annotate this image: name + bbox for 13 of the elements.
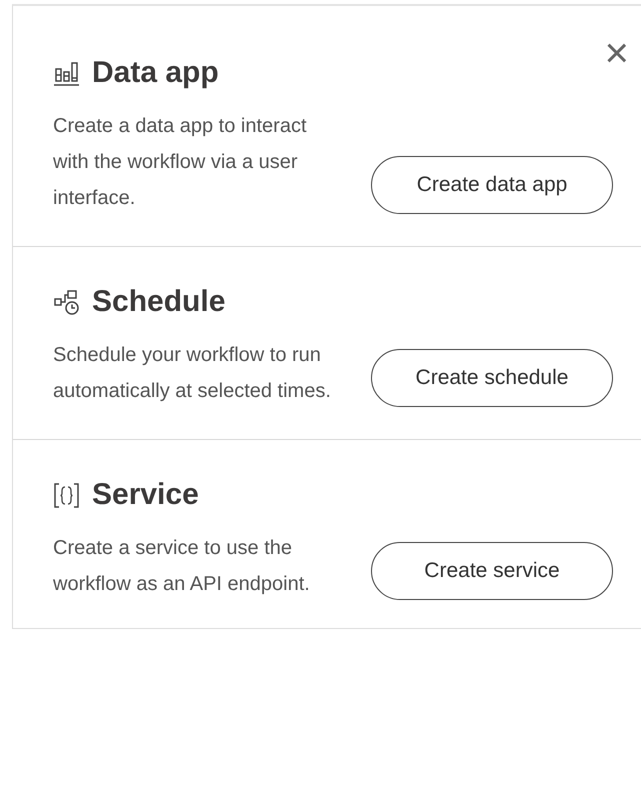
- bar-chart-icon: [53, 60, 80, 86]
- schedule-icon: [53, 288, 80, 316]
- section-title: Service: [92, 478, 199, 512]
- section-description: Create a service to use the workflow as an API endpoint.: [53, 536, 311, 597]
- section-description: Schedule your workflow to run automatically at selected times.: [53, 343, 332, 404]
- create-button[interactable]: Create schedule: [371, 349, 613, 407]
- close-button[interactable]: ×: [604, 32, 629, 74]
- section-title: Schedule: [92, 285, 226, 319]
- create-button[interactable]: Create service: [371, 542, 613, 600]
- brackets-icon: [53, 482, 80, 508]
- create-button[interactable]: Create data app: [371, 156, 613, 214]
- section-description: Create a data app to interact with the workflow via a user interface.: [53, 114, 308, 211]
- section-title: Data app: [92, 56, 219, 90]
